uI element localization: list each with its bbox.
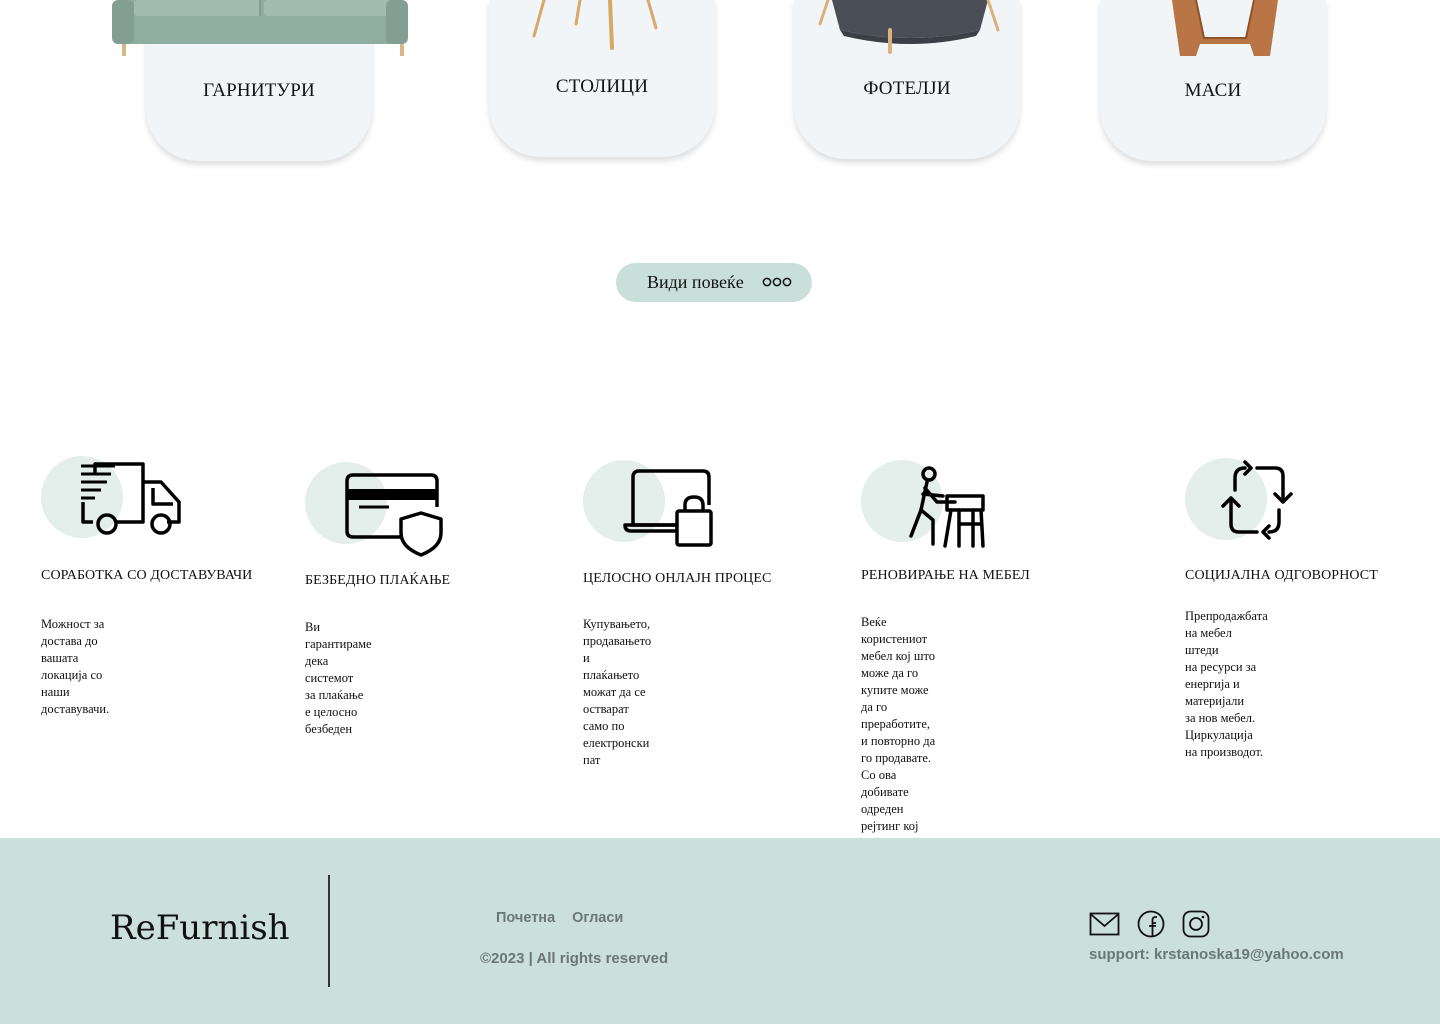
category-label: СТОЛИЦИ <box>555 76 649 97</box>
instagram-icon[interactable] <box>1182 910 1210 938</box>
feature-title: ЦЕЛОСНО ОНЛАЈН ПРОЦЕС <box>583 571 772 586</box>
feature-title: БЕЗБЕДНО ПЛАЌАЊЕ <box>305 573 451 588</box>
mail-icon[interactable] <box>1089 912 1120 936</box>
footer: ReFurnish Почетна Огласи ©2023 | All rig… <box>0 838 1440 1024</box>
delivery-truck-icon <box>81 462 181 535</box>
feature-description: Можност за достава до вашата локација со… <box>41 617 110 716</box>
feature-description: Ви гарантираме дека системот за плаќање … <box>305 620 372 736</box>
table-image <box>1172 0 1278 56</box>
support-email[interactable]: support: krstanoska19@yahoo.com <box>1089 946 1344 963</box>
laptop-shopping-icon <box>623 469 713 547</box>
feature-title: СОРАБОТКА СО ДОСТАВУВАЧИ <box>41 568 253 583</box>
facebook-icon[interactable] <box>1137 910 1165 938</box>
logo[interactable]: ReFurnish <box>110 908 290 948</box>
feature-description: Купувањето, продавањето и плаќањето можа… <box>583 617 652 767</box>
category-label: ГАРНИТУРИ <box>203 80 315 101</box>
category-label: ФОТЕЛЈИ <box>863 78 951 99</box>
feature-description: Препродажбата на мебел штеди на ресурси … <box>1185 609 1268 759</box>
secure-card-icon <box>345 473 443 557</box>
social-links <box>1089 910 1210 938</box>
sofa-image <box>112 0 408 56</box>
chair-image <box>532 0 658 50</box>
category-label: МАСИ <box>1184 80 1242 101</box>
copyright-text: ©2023 | All rights reserved <box>480 950 669 967</box>
feature-title: РЕНОВИРАЊЕ НА МЕБЕЛ <box>861 568 1030 583</box>
ellipsis-icon <box>762 277 792 287</box>
recycle-arrows-icon <box>1221 460 1293 540</box>
carpenter-icon <box>909 466 985 548</box>
view-more-button[interactable]: Види повеќе <box>616 263 812 302</box>
footer-link-home[interactable]: Почетна <box>496 910 555 926</box>
footer-nav: Почетна Огласи <box>496 910 623 926</box>
feature-title: СОЦИЈАЛНА ОДГОВОРНОСТ <box>1185 568 1378 583</box>
footer-divider <box>328 875 330 987</box>
armchair-image <box>818 0 1000 54</box>
footer-link-listings[interactable]: Огласи <box>572 910 623 926</box>
view-more-label: Види повеќе <box>647 272 744 292</box>
